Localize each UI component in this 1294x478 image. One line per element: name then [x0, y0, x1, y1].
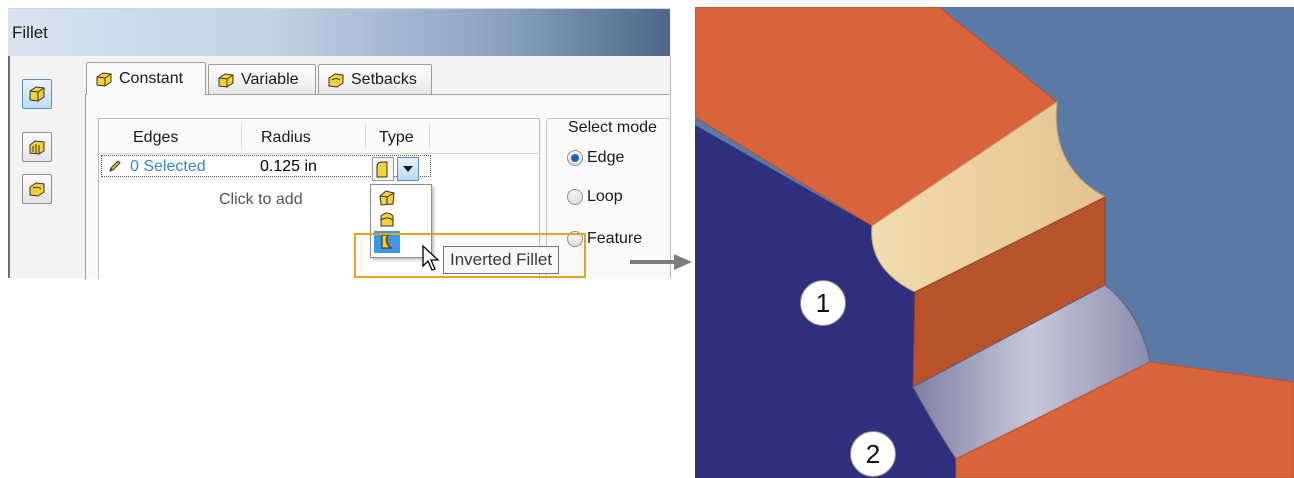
fillet-type-button[interactable]	[372, 157, 394, 181]
column-header-type[interactable]: Type	[379, 129, 414, 147]
tab-setbacks-label: Setbacks	[351, 70, 417, 88]
fillet-model-render	[695, 7, 1294, 478]
face-fillet-button[interactable]	[22, 132, 52, 162]
fillet-type-icon	[379, 190, 395, 206]
radio-loop[interactable]: Loop	[567, 188, 623, 206]
dialog-title: Fillet	[12, 23, 48, 42]
arrow-right-icon	[630, 254, 692, 270]
tab-setbacks[interactable]: Setbacks	[318, 64, 432, 94]
tab-variable-label: Variable	[241, 70, 299, 88]
callout-1: 1	[800, 280, 846, 326]
click-to-add[interactable]: Click to add	[219, 191, 303, 209]
radio-feature-label: Feature	[587, 230, 643, 247]
radio-loop-label: Loop	[587, 188, 623, 205]
face-fillet-icon	[29, 140, 45, 155]
select-mode-label: Select mode	[566, 119, 659, 137]
full-round-fillet-button[interactable]	[22, 174, 52, 204]
chevron-down-icon	[403, 166, 413, 172]
setbacks-fillet-icon	[328, 72, 344, 88]
tab-variable[interactable]: Variable	[208, 64, 316, 94]
mouse-pointer-icon	[422, 244, 440, 271]
radius-cell[interactable]: 0.125 in	[260, 158, 317, 176]
menu-item-round[interactable]	[374, 209, 400, 231]
grid-header: Edges Radius Type	[99, 119, 539, 154]
fillet-type-icon	[380, 212, 394, 227]
callout-2: 2	[850, 431, 896, 477]
column-divider	[365, 123, 366, 149]
edge-fillet-button[interactable]	[22, 79, 52, 109]
radio-dot[interactable]	[567, 150, 583, 166]
full-round-fillet-icon	[29, 182, 45, 197]
pencil-icon	[109, 160, 121, 172]
tab-constant-label: Constant	[119, 70, 184, 87]
column-divider	[429, 123, 430, 149]
column-header-edges[interactable]: Edges	[133, 129, 178, 147]
title-bar: Fillet	[8, 8, 670, 57]
constant-fillet-icon	[96, 72, 112, 87]
radio-dot[interactable]	[567, 189, 583, 205]
menu-item-fillet[interactable]	[374, 187, 400, 209]
edges-selected-cell[interactable]: 0 Selected	[130, 158, 206, 176]
type-dropdown-toggle[interactable]	[397, 157, 419, 181]
tab-constant[interactable]: Constant	[86, 62, 206, 95]
fillet-type-icon	[376, 161, 388, 178]
column-divider	[241, 123, 242, 149]
radio-edge-label: Edge	[587, 149, 625, 166]
variable-fillet-icon	[218, 72, 234, 88]
edge-fillet-icon	[29, 86, 45, 102]
column-header-radius[interactable]: Radius	[261, 129, 311, 147]
tooltip: Inverted Fillet	[443, 246, 560, 274]
radio-edge[interactable]: Edge	[567, 149, 624, 167]
model-viewport[interactable]: 1 2	[695, 7, 1294, 478]
